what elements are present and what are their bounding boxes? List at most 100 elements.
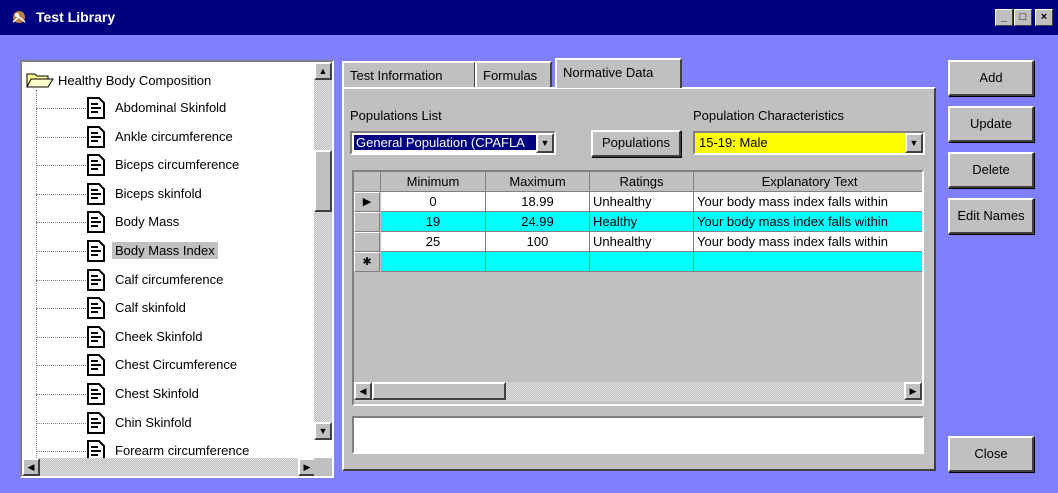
cell-rating[interactable]	[590, 252, 694, 272]
tree-item-label: Biceps circumference	[115, 157, 240, 173]
col-header-minimum[interactable]: Minimum	[381, 172, 486, 192]
table-row[interactable]: ▶ 0 18.99 Unhealthy Your body mass index fal…	[354, 192, 922, 212]
cell-minimum[interactable]	[381, 252, 486, 272]
tree-item[interactable]: Biceps skinfold	[36, 182, 306, 206]
scroll-left-button[interactable]: ◀	[354, 382, 372, 400]
app-icon	[12, 11, 26, 23]
scroll-down-button[interactable]: ▼	[314, 422, 332, 440]
chevron-down-icon[interactable]: ▼	[905, 133, 923, 153]
tree-item[interactable]: Chest Circumference	[36, 353, 306, 377]
cell-maximum[interactable]	[486, 252, 590, 272]
window-title: Test Library	[36, 9, 116, 25]
tree-item[interactable]: Body Mass	[36, 210, 306, 234]
population-characteristics-label: Population Characteristics	[693, 108, 845, 123]
scroll-right-button[interactable]: ▶	[904, 382, 922, 400]
scroll-left-button[interactable]: ◀	[22, 458, 40, 476]
tree-connector	[36, 279, 86, 281]
cell-maximum[interactable]: 24.99	[486, 212, 590, 232]
tree-item[interactable]: Body Mass Index	[36, 239, 306, 263]
document-icon	[87, 354, 105, 377]
tree-item[interactable]: Chest Skinfold	[36, 382, 306, 406]
table-row[interactable]: 25 100 Unhealthy Your body mass index falls…	[354, 232, 922, 252]
cell-rating[interactable]: Unhealthy	[590, 192, 694, 212]
close-button[interactable]: Close	[948, 436, 1034, 472]
scroll-corner	[314, 458, 332, 476]
table-row[interactable]: 19 24.99 Healthy Your body mass index falls…	[354, 212, 922, 232]
document-icon	[87, 268, 105, 291]
col-header-ratings[interactable]: Ratings	[590, 172, 694, 192]
cell-maximum[interactable]: 100	[486, 232, 590, 252]
scroll-thumb[interactable]	[372, 382, 506, 400]
cell-minimum[interactable]: 25	[381, 232, 486, 252]
scroll-thumb[interactable]	[314, 150, 332, 212]
tree-item[interactable]: Calf circumference	[36, 268, 306, 292]
cell-minimum[interactable]: 19	[381, 212, 486, 232]
tree-item-label: Forearm circumference	[115, 443, 250, 459]
row-selector[interactable]	[354, 232, 380, 252]
tree-item[interactable]: Chin Skinfold	[36, 411, 306, 435]
grid-horizontal-scrollbar[interactable]: ◀ ▶	[354, 382, 922, 402]
cell-minimum[interactable]: 0	[381, 192, 486, 212]
cell-rating[interactable]: Unhealthy	[590, 232, 694, 252]
tree-item-label: Biceps skinfold	[115, 185, 202, 201]
document-icon	[87, 154, 105, 177]
tree-item[interactable]: Abdominal Skinfold	[36, 96, 306, 120]
tree-root-folder[interactable]: Healthy Body Composition	[26, 70, 211, 90]
populations-list-combo[interactable]: General Population (CPAFLA ▼	[350, 131, 556, 155]
title-bar[interactable]: Test Library _ □ ×	[0, 0, 1058, 35]
tab-test-information[interactable]: Test Information	[342, 61, 476, 87]
tree-item[interactable]: Biceps circumference	[36, 153, 306, 177]
cell-explanatory-text[interactable]: Your body mass index falls within	[694, 232, 922, 252]
tree-item[interactable]: Calf skinfold	[36, 296, 306, 320]
tab-normative-data[interactable]: Normative Data	[555, 58, 682, 88]
populations-list-label: Populations List	[350, 108, 442, 123]
close-window-button[interactable]: ×	[1035, 9, 1053, 26]
edit-names-button[interactable]: Edit Names	[948, 198, 1034, 234]
cell-explanatory-text[interactable]: Your body mass index falls within	[694, 192, 922, 212]
tree-root-label: Healthy Body Composition	[58, 72, 212, 88]
delete-button[interactable]: Delete	[948, 152, 1034, 188]
maximize-button[interactable]: □	[1014, 9, 1032, 26]
normative-data-grid[interactable]: Minimum Maximum Ratings Explanatory Text…	[352, 170, 924, 406]
populations-button[interactable]: Populations	[591, 130, 681, 157]
test-tree[interactable]: Healthy Body Composition Abdominal Skinf…	[20, 60, 334, 478]
population-characteristics-combo[interactable]: 15-19: Male ▼	[693, 131, 925, 155]
tree-connector	[36, 193, 86, 195]
table-row[interactable]: ✱	[354, 252, 922, 272]
chevron-down-icon[interactable]: ▼	[536, 133, 554, 153]
tree-horizontal-scrollbar[interactable]: ◀ ▶	[22, 458, 316, 476]
document-icon	[87, 411, 105, 434]
update-button[interactable]: Update	[948, 106, 1034, 142]
cell-maximum[interactable]: 18.99	[486, 192, 590, 212]
document-icon	[87, 325, 105, 348]
add-button[interactable]: Add	[948, 60, 1034, 96]
scroll-up-button[interactable]: ▲	[314, 62, 332, 80]
col-header-explanatory-text[interactable]: Explanatory Text	[694, 172, 922, 192]
tree-connector	[36, 222, 86, 224]
tree-item[interactable]: Cheek Skinfold	[36, 325, 306, 349]
cell-explanatory-text[interactable]	[694, 252, 922, 272]
row-selector[interactable]: ✱	[354, 252, 380, 272]
cell-rating[interactable]: Healthy	[590, 212, 694, 232]
explanatory-text-memo[interactable]	[352, 416, 924, 454]
row-selector[interactable]	[354, 212, 380, 232]
grid-header-row: Minimum Maximum Ratings Explanatory Text	[354, 172, 922, 192]
col-header-maximum[interactable]: Maximum	[486, 172, 590, 192]
tree-connector	[36, 394, 86, 395]
cell-explanatory-text[interactable]: Your body mass index falls within	[694, 212, 922, 232]
minimize-button[interactable]: _	[995, 9, 1013, 26]
tree-item[interactable]: Ankle circumference	[36, 125, 306, 149]
tree-vertical-scrollbar[interactable]: ▲ ▼	[314, 62, 332, 440]
document-icon	[87, 211, 105, 234]
document-icon	[87, 182, 105, 205]
tree-connector	[36, 251, 86, 252]
tree-connector	[36, 336, 86, 338]
document-icon	[87, 297, 105, 320]
tab-formulas[interactable]: Formulas	[475, 61, 552, 87]
test-library-window: Test Library _ □ × Healthy Body Composit…	[0, 0, 1058, 493]
tree-item-label: Chest Circumference	[115, 357, 238, 373]
tree-connector	[36, 451, 86, 453]
tree-item-label: Ankle circumference	[115, 128, 233, 144]
tree-connector	[36, 108, 86, 109]
row-selector[interactable]: ▶	[354, 192, 380, 212]
